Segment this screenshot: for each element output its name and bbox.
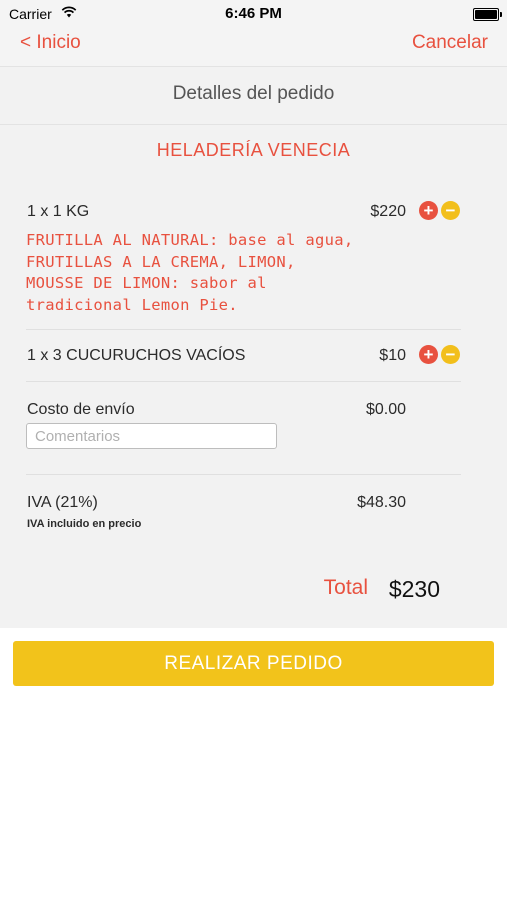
item-1-price: $220: [370, 203, 406, 220]
minus-icon[interactable]: −: [441, 201, 460, 220]
battery-icon: [473, 8, 502, 21]
minus-icon[interactable]: −: [441, 345, 460, 364]
item-1-description: FRUTILLA AL NATURAL: base al agua, FRUTI…: [26, 231, 354, 314]
order-details-screen: Carrier 6:46 PM < Inicio Cancelar Detall…: [0, 0, 507, 900]
place-order-button[interactable]: REALIZAR PEDIDO: [13, 641, 494, 686]
page-title: Detalles del pedido: [172, 83, 335, 104]
navigation-bar: < Inicio Cancelar: [0, 28, 507, 67]
status-bar: Carrier 6:46 PM: [0, 0, 507, 28]
order-details-panel: Detalles del pedido HELADERÍA VENECIA 1 …: [0, 67, 507, 628]
divider: [26, 381, 461, 382]
item-1-title: 1 x 1 KG: [27, 203, 90, 220]
plus-icon[interactable]: +: [419, 201, 438, 220]
store-name: HELADERÍA VENECIA: [156, 140, 351, 160]
page-title-bar: Detalles del pedido: [0, 67, 507, 125]
total-label: Total: [323, 576, 368, 599]
divider: [26, 329, 461, 330]
plus-icon[interactable]: +: [419, 345, 438, 364]
tax-label: IVA (21%): [27, 494, 98, 511]
item-2-title: 1 x 3 CUCURUCHOS VACÍOS: [27, 347, 246, 364]
tax-note: IVA incluido en precio: [27, 518, 142, 530]
tax-value: $48.30: [357, 494, 406, 511]
back-button[interactable]: < Inicio: [20, 32, 81, 54]
divider: [26, 474, 461, 475]
shipping-label: Costo de envío: [27, 401, 135, 418]
item-2-price: $10: [379, 347, 406, 364]
status-time: 6:46 PM: [225, 5, 282, 22]
total-value: $230: [388, 576, 440, 602]
shipping-value: $0.00: [365, 401, 406, 418]
comments-input[interactable]: [27, 424, 275, 448]
comments-field[interactable]: [26, 423, 277, 449]
cancel-button[interactable]: Cancelar: [412, 32, 488, 54]
